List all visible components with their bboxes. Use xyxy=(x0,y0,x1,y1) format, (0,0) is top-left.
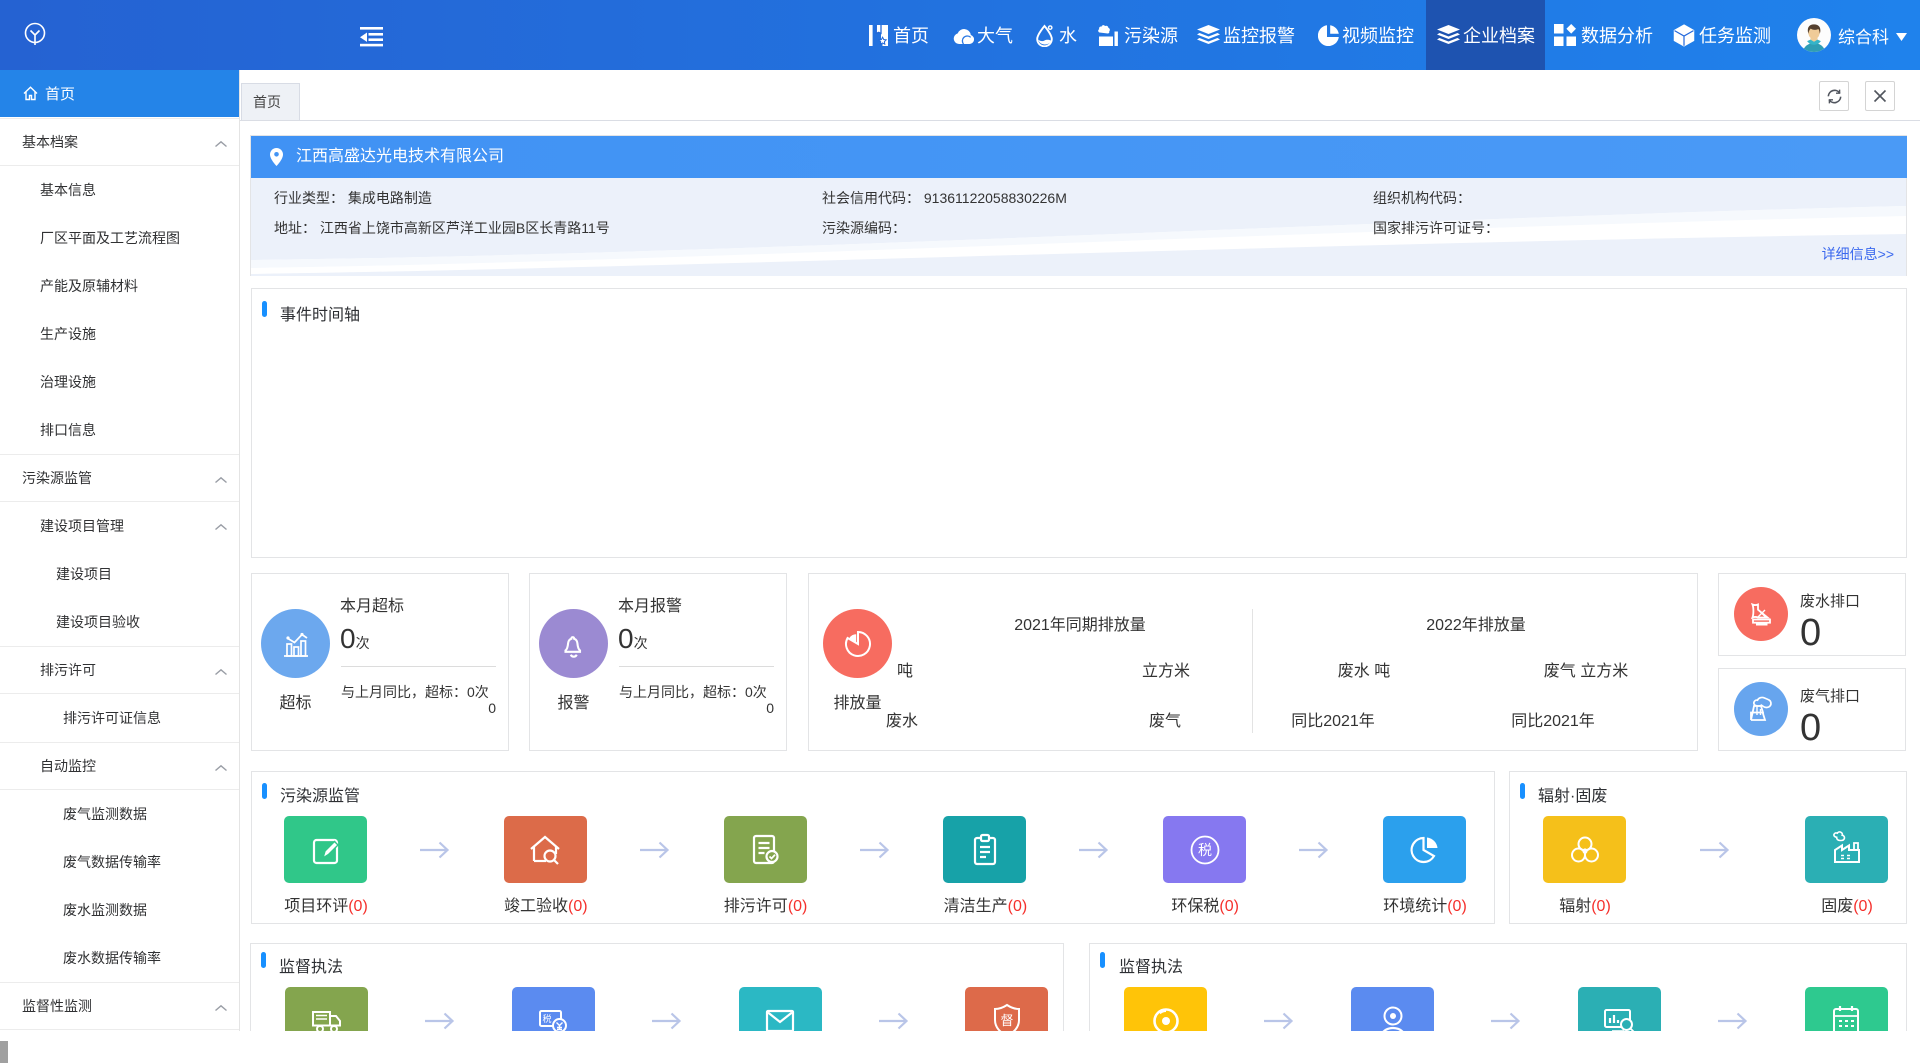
svg-text:督: 督 xyxy=(1000,1013,1013,1028)
svg-text:税: 税 xyxy=(1198,842,1212,858)
svg-text:税: 税 xyxy=(543,1013,552,1024)
